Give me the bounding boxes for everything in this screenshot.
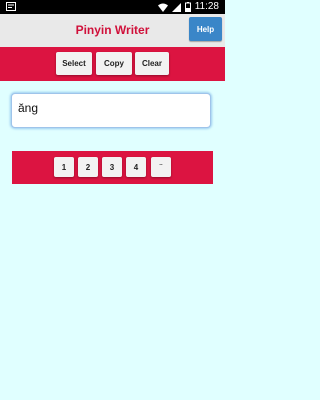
clock: 11:28 (194, 1, 219, 12)
umlaut-button[interactable]: ¨ (151, 157, 171, 177)
battery-icon (184, 2, 191, 12)
clear-button[interactable]: Clear (135, 52, 169, 75)
tone-3-button[interactable]: 3 (102, 157, 122, 177)
wifi-icon (157, 3, 168, 12)
tone-4-button[interactable]: 4 (126, 157, 146, 177)
app-notification-icon (6, 2, 16, 11)
copy-button[interactable]: Copy (96, 52, 132, 75)
tone-1-button[interactable]: 1 (54, 157, 74, 177)
pinyin-text-field[interactable]: ăng (11, 93, 211, 128)
signal-icon (171, 2, 181, 12)
app-header: Pinyin Writer Help (0, 14, 225, 47)
status-bar: 11:28 (0, 0, 225, 14)
select-button[interactable]: Select (56, 52, 92, 75)
help-button[interactable]: Help (189, 17, 222, 41)
tone-toolbar: 1 2 3 4 ¨ (12, 151, 213, 184)
action-toolbar: Select Copy Clear (0, 47, 225, 81)
tone-2-button[interactable]: 2 (78, 157, 98, 177)
